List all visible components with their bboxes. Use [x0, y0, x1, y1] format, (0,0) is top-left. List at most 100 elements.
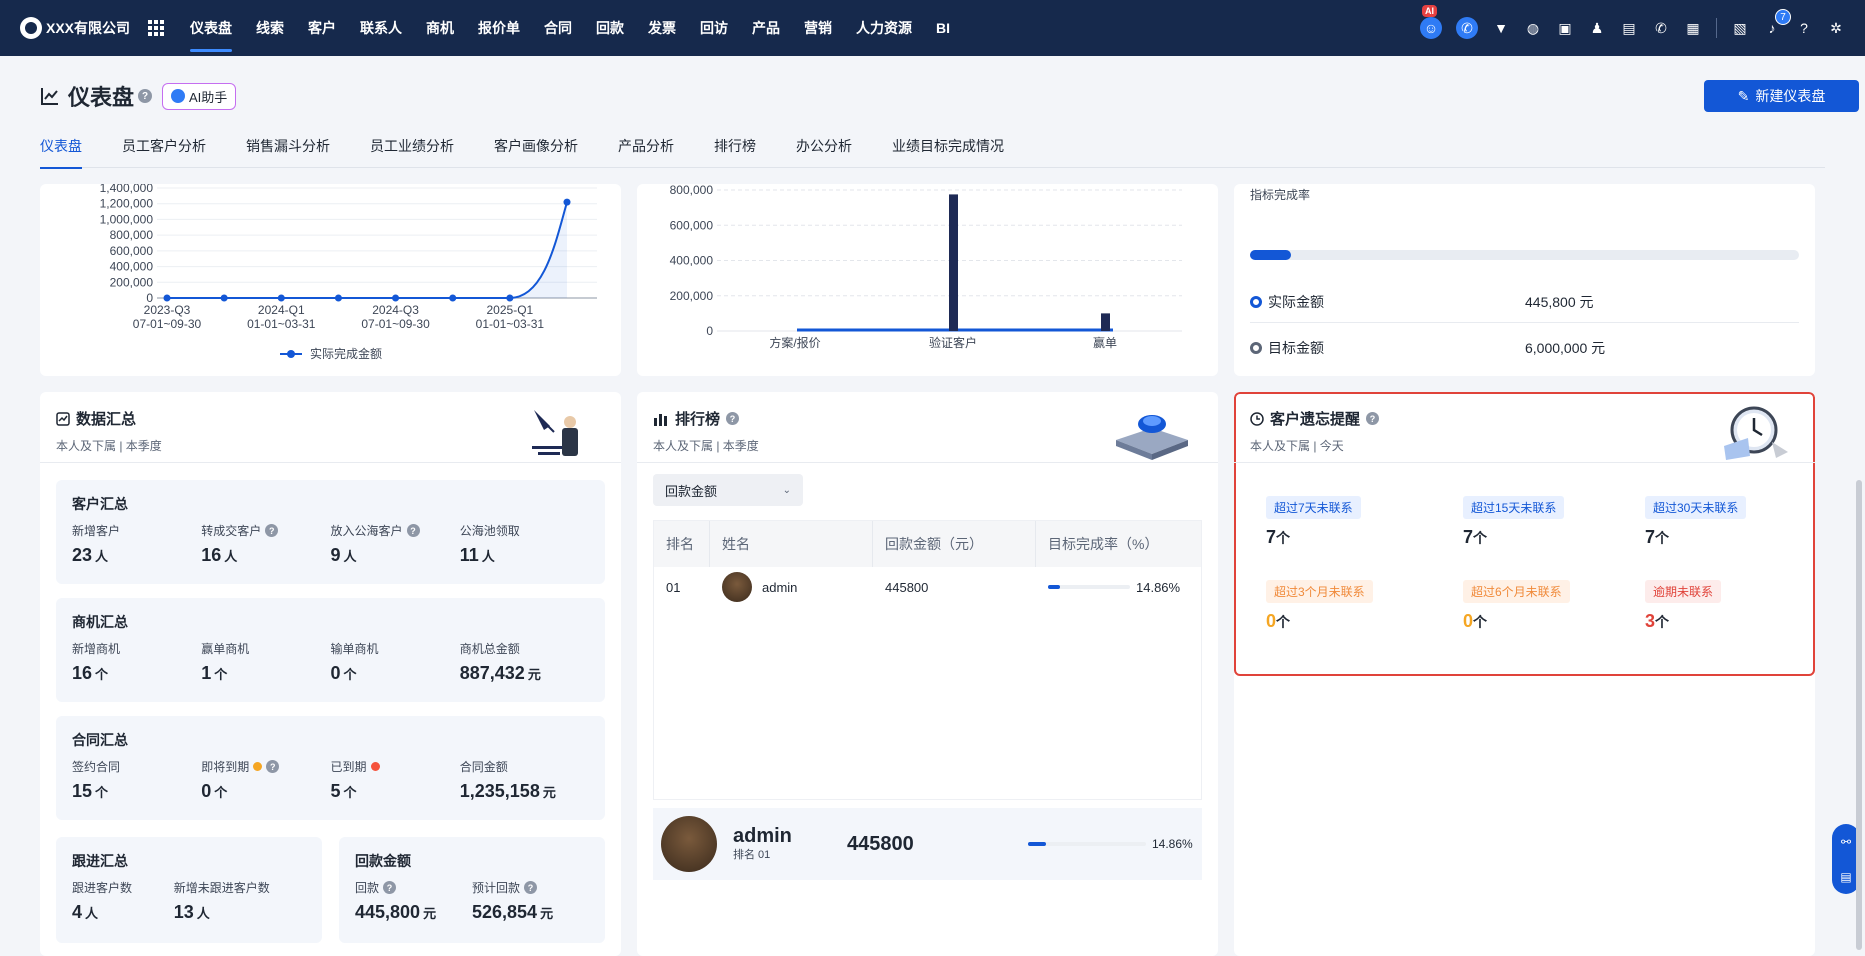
page-scrollbar[interactable] — [1856, 480, 1862, 950]
reminder-item-6months[interactable]: 超过6个月未联系 0个 — [1463, 580, 1570, 632]
tab-customer-profile[interactable]: 客户画像分析 — [494, 136, 578, 168]
pool-claim-value: 11 人 — [459, 545, 495, 565]
bell-icon[interactable]: ♪ 7 — [1763, 9, 1791, 37]
share-icon[interactable]: ⚯ — [1841, 835, 1851, 849]
alert-dot-icon — [370, 762, 380, 771]
expired-contracts-label: 已到期 — [331, 758, 460, 775]
table-row[interactable]: 01 admin 445800 14.86% — [654, 567, 1201, 607]
calendar-check-icon[interactable]: ▣ — [1556, 19, 1574, 37]
reminder-item-overdue[interactable]: 逾期未联系 3个 — [1645, 580, 1722, 632]
gear-icon[interactable]: ✲ — [1827, 19, 1845, 37]
reminder-tag: 超过15天未联系 — [1463, 496, 1565, 519]
signed-contracts-label: 签约合同 — [72, 760, 121, 774]
ranking-metric-select[interactable]: 回款金额 ⌄ — [653, 474, 803, 506]
globe-icon[interactable]: ◍ — [1524, 19, 1542, 37]
row-amount: 445800 — [885, 579, 929, 595]
ai-helper-button[interactable]: AI助手 — [162, 82, 237, 110]
nav-customers[interactable]: 客户 — [296, 0, 348, 56]
y-tick-label: 800,000 — [110, 228, 154, 242]
warning-dot-icon — [253, 762, 263, 771]
nav-opportunities[interactable]: 商机 — [414, 0, 466, 56]
notes-icon[interactable]: ▤ — [1840, 870, 1851, 884]
row-completion: 14.86% — [1036, 580, 1201, 595]
nav-dashboard[interactable]: 仪表盘 — [178, 0, 244, 56]
tab-product-analysis[interactable]: 产品分析 — [618, 136, 674, 168]
completion-progress-fill — [1250, 250, 1291, 260]
clock-icon — [1250, 411, 1264, 426]
ai-robot-icon[interactable]: ☺ AI — [1420, 5, 1442, 39]
help-icon[interactable]: ? — [524, 881, 538, 894]
nav-marketing[interactable]: 营销 — [792, 0, 844, 56]
nav-contacts[interactable]: 联系人 — [348, 0, 414, 56]
followed-customers-value: 4人 — [72, 902, 99, 922]
reminder-item-15days[interactable]: 超过15天未联系 7个 — [1463, 496, 1565, 548]
col-completion: 目标完成率（%） — [1048, 536, 1159, 552]
target-marker-icon — [1250, 342, 1262, 354]
nav-leads[interactable]: 线索 — [244, 0, 296, 56]
row-progress-fill — [1048, 585, 1061, 589]
data-point — [163, 294, 171, 302]
reminder-tag: 超过7天未联系 — [1266, 496, 1361, 519]
nav-tools: ☺ AI ✆ ▼ ◍ ▣ ♟ ▤ ✆ ▦ ▧ ♪ 7 ? ✲ — [1420, 0, 1845, 56]
nav-quotes[interactable]: 报价单 — [466, 0, 532, 56]
legend-marker — [287, 350, 295, 358]
tab-employee-customers[interactable]: 员工客户分析 — [122, 136, 206, 168]
ai-helper-icon — [171, 89, 186, 103]
x-tick-label: 赢单 — [1093, 335, 1117, 350]
reminder-item-3months[interactable]: 超过3个月未联系 0个 — [1266, 580, 1373, 632]
help-icon[interactable]: ? — [726, 412, 740, 425]
tab-ranking[interactable]: 排行榜 — [714, 136, 756, 168]
reminder-item-7days[interactable]: 超过7天未联系 7个 — [1266, 496, 1361, 548]
bar — [1101, 313, 1110, 331]
my-amount: 445800 — [847, 832, 914, 855]
reminder-value: 7个 — [1645, 527, 1670, 547]
report-icon[interactable]: ▧ — [1731, 19, 1749, 37]
apps-grid-icon[interactable] — [148, 20, 165, 36]
followup-summary-title: 跟进汇总 — [72, 853, 128, 869]
document-icon[interactable]: ▤ — [1620, 19, 1638, 37]
actual-amount-label: 实际金额 — [1268, 294, 1324, 310]
stamp-icon[interactable]: ▼ — [1492, 19, 1510, 37]
nav-invoices[interactable]: 发票 — [636, 0, 688, 56]
phone-icon[interactable]: ✆ — [1652, 19, 1670, 37]
data-point — [563, 198, 571, 206]
nav-revisits[interactable]: 回访 — [688, 0, 740, 56]
alarm-clock-illustration-icon — [1724, 406, 1788, 460]
chat-icon[interactable]: ✆ — [1456, 17, 1478, 39]
tab-office-analysis[interactable]: 办公分析 — [796, 136, 852, 168]
nav-contracts[interactable]: 合同 — [532, 0, 584, 56]
tab-dashboard[interactable]: 仪表盘 — [40, 136, 82, 169]
help-icon[interactable]: ? — [265, 524, 279, 537]
payment-summary-title: 回款金额 — [355, 853, 411, 869]
help-icon[interactable]: ? — [138, 89, 153, 103]
tab-sales-funnel[interactable]: 销售漏斗分析 — [246, 136, 330, 168]
new-customers-value: 23 人 — [72, 545, 109, 565]
help-icon[interactable]: ? — [266, 760, 280, 773]
nav-products[interactable]: 产品 — [740, 0, 792, 56]
y-tick-label: 200,000 — [110, 275, 154, 289]
reminder-item-30days[interactable]: 超过30天未联系 7个 — [1645, 496, 1747, 548]
company-logo[interactable]: XXX有限公司 — [20, 17, 130, 39]
trend-icon — [41, 88, 58, 105]
user-icon[interactable]: ♟ — [1588, 19, 1606, 37]
tab-employee-performance[interactable]: 员工业绩分析 — [370, 136, 454, 168]
help-icon[interactable]: ? — [383, 881, 397, 894]
target-card: 指标完成率 实际金额 445,800 元 目标金额 6,000,000 元 — [1234, 184, 1815, 376]
x-tick-label: 07-01~09-30 — [133, 317, 202, 331]
help-icon[interactable]: ? — [1366, 412, 1380, 425]
target-amount-label: 目标金额 — [1268, 340, 1324, 356]
nav-bi[interactable]: BI — [924, 0, 962, 56]
help-icon[interactable]: ? — [406, 524, 420, 537]
nav-payments[interactable]: 回款 — [584, 0, 636, 56]
company-name: XXX有限公司 — [46, 20, 131, 36]
row-name: admin — [762, 579, 798, 595]
tab-target-completion[interactable]: 业绩目标完成情况 — [892, 136, 1004, 168]
top-nav: XXX有限公司 仪表盘 线索 客户 联系人 商机 报价单 合同 回款 发票 回访… — [0, 0, 1865, 56]
nav-hr[interactable]: 人力资源 — [844, 0, 924, 56]
new-dashboard-button[interactable]: ✎ 新建仪表盘 — [1704, 80, 1859, 112]
calendar-icon[interactable]: ▦ — [1684, 19, 1702, 37]
card-title: 数据汇总 — [56, 408, 162, 429]
ranking-card: 排行榜 ? 本人及下属 | 本季度 回款金额 ⌄ 排名 姓名 回款金额（元） 目… — [637, 392, 1218, 956]
help-icon[interactable]: ? — [1795, 19, 1813, 37]
expiring-contracts-value: 0个 — [201, 781, 228, 801]
